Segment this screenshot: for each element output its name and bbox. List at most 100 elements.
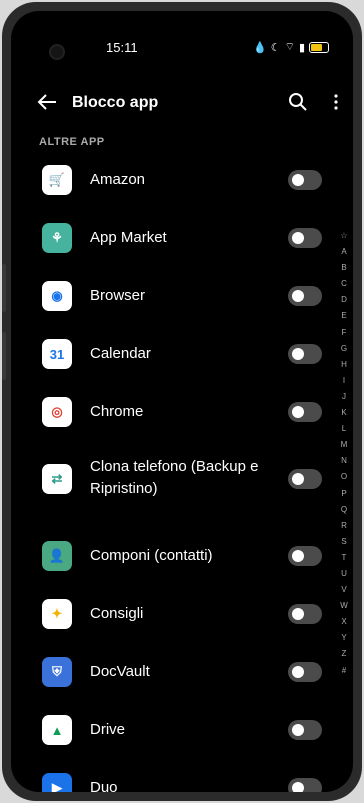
amazon-icon: 🛒 bbox=[42, 165, 72, 195]
lock-toggle[interactable] bbox=[288, 546, 322, 566]
back-arrow-icon[interactable] bbox=[36, 92, 58, 112]
toggle-knob bbox=[292, 724, 304, 736]
app-label: Clona telefono (Backup e Ripristino) bbox=[90, 458, 259, 497]
app-row[interactable]: ⛨ DocVault bbox=[11, 643, 353, 701]
alphabet-letter[interactable]: H bbox=[341, 357, 347, 373]
contacts-icon: 👤 bbox=[42, 541, 72, 571]
wifi-icon: ⌔ bbox=[284, 41, 295, 53]
front-camera bbox=[49, 44, 65, 60]
toggle-knob bbox=[292, 290, 304, 302]
alphabet-letter[interactable]: ☆ bbox=[340, 228, 347, 244]
power-button bbox=[2, 332, 6, 380]
drop-icon: 💧 bbox=[253, 41, 267, 54]
drive-icon: ▲ bbox=[42, 715, 72, 745]
alphabet-letter[interactable]: T bbox=[342, 550, 347, 566]
screen: 15:11 💧 ☾ ⌔ ▮ Blocco app ALTRE APP 🛒 Ama… bbox=[11, 11, 353, 792]
alphabet-letter[interactable]: P bbox=[341, 486, 346, 502]
alphabet-letter[interactable]: N bbox=[341, 453, 347, 469]
moon-icon: ☾ bbox=[270, 41, 281, 54]
app-label: Duo bbox=[90, 779, 118, 792]
toggle-knob bbox=[292, 608, 304, 620]
toggle-knob bbox=[292, 232, 304, 244]
alphabet-letter[interactable]: E bbox=[341, 308, 346, 324]
alphabet-letter[interactable]: C bbox=[341, 276, 347, 292]
lock-toggle[interactable] bbox=[288, 344, 322, 364]
alphabet-letter[interactable]: J bbox=[342, 389, 346, 405]
alphabet-letter[interactable]: Q bbox=[341, 502, 347, 518]
app-row[interactable]: ◉ Browser bbox=[11, 267, 353, 325]
app-bar: Blocco app bbox=[11, 83, 353, 123]
alphabet-letter[interactable]: S bbox=[341, 534, 346, 550]
lock-toggle[interactable] bbox=[288, 778, 322, 792]
app-label: Calendar bbox=[90, 345, 151, 362]
app-row[interactable]: ⚘ App Market bbox=[11, 209, 353, 267]
app-row[interactable]: ▲ Drive bbox=[11, 701, 353, 759]
alphabet-letter[interactable]: F bbox=[342, 325, 347, 341]
alphabet-letter[interactable]: A bbox=[341, 244, 346, 260]
alphabet-letter[interactable]: R bbox=[341, 518, 347, 534]
alphabet-letter[interactable]: U bbox=[341, 566, 347, 582]
more-options-icon[interactable] bbox=[331, 92, 341, 112]
alphabet-letter[interactable]: G bbox=[341, 341, 347, 357]
alphabet-letter[interactable]: Z bbox=[342, 646, 347, 662]
lock-toggle[interactable] bbox=[288, 469, 322, 489]
lock-toggle[interactable] bbox=[288, 170, 322, 190]
lock-toggle[interactable] bbox=[288, 720, 322, 740]
app-row[interactable]: ▶ Duo bbox=[11, 759, 353, 792]
phone-frame: 15:11 💧 ☾ ⌔ ▮ Blocco app ALTRE APP 🛒 Ama… bbox=[2, 2, 362, 801]
app-label: Browser bbox=[90, 287, 146, 304]
toggle-knob bbox=[292, 782, 304, 792]
app-market-icon: ⚘ bbox=[42, 223, 72, 253]
app-label: Chrome bbox=[90, 403, 144, 420]
alphabet-letter[interactable]: W bbox=[340, 598, 348, 614]
clone-phone-icon: ⇄ bbox=[42, 464, 72, 494]
status-time: 15:11 bbox=[106, 40, 138, 55]
toggle-knob bbox=[292, 406, 304, 418]
section-header: ALTRE APP bbox=[39, 136, 105, 148]
alphabet-letter[interactable]: # bbox=[342, 663, 346, 679]
app-row[interactable]: 🛒 Amazon bbox=[11, 151, 353, 209]
toggle-knob bbox=[292, 348, 304, 360]
status-icons: 💧 ☾ ⌔ ▮ bbox=[253, 40, 329, 54]
alphabet-letter[interactable]: M bbox=[341, 437, 348, 453]
alphabet-letter[interactable]: X bbox=[341, 614, 346, 630]
alphabet-letter[interactable]: K bbox=[341, 405, 346, 421]
app-label: App Market bbox=[90, 229, 167, 246]
lock-toggle[interactable] bbox=[288, 604, 322, 624]
toggle-knob bbox=[292, 666, 304, 678]
calendar-icon: 31 bbox=[42, 339, 72, 369]
app-label: Componi (contatti) bbox=[90, 547, 213, 564]
duo-icon: ▶ bbox=[42, 773, 72, 792]
app-label: Drive bbox=[90, 721, 126, 738]
search-icon[interactable] bbox=[288, 92, 308, 112]
alphabet-letter[interactable]: B bbox=[341, 260, 346, 276]
docvault-icon: ⛨ bbox=[42, 657, 72, 687]
alphabet-letter[interactable]: Y bbox=[341, 630, 346, 646]
alphabet-index[interactable]: ☆ A B C D E F G H I J K L M N O P Q R S T U V W X Y Z # bbox=[338, 228, 350, 679]
lock-toggle[interactable] bbox=[288, 402, 322, 422]
tips-icon: ✦ bbox=[42, 599, 72, 629]
battery-icon bbox=[309, 41, 329, 53]
lock-toggle[interactable] bbox=[288, 662, 322, 682]
app-label: Consigli bbox=[90, 605, 144, 622]
lock-toggle[interactable] bbox=[288, 228, 322, 248]
app-label: DocVault bbox=[90, 663, 150, 680]
toggle-knob bbox=[292, 550, 304, 562]
alphabet-letter[interactable]: O bbox=[341, 469, 347, 485]
volume-button bbox=[2, 264, 6, 312]
alphabet-letter[interactable]: V bbox=[341, 582, 346, 598]
app-row[interactable]: 31 Calendar bbox=[11, 325, 353, 383]
toggle-knob bbox=[292, 174, 304, 186]
signal-icon: ▮ bbox=[298, 41, 305, 54]
alphabet-letter[interactable]: D bbox=[341, 292, 347, 308]
toggle-knob bbox=[292, 473, 304, 485]
app-row[interactable]: ✦ Consigli bbox=[11, 585, 353, 643]
app-row[interactable]: ⇄ Clona telefono (Backup e Ripristino) bbox=[11, 443, 353, 515]
app-row[interactable]: ◎ Chrome bbox=[11, 383, 353, 441]
app-row[interactable]: 👤 Componi (contatti) bbox=[11, 527, 353, 585]
chrome-icon: ◎ bbox=[42, 397, 72, 427]
page-title: Blocco app bbox=[72, 94, 159, 111]
alphabet-letter[interactable]: I bbox=[343, 373, 345, 389]
alphabet-letter[interactable]: L bbox=[342, 421, 346, 437]
lock-toggle[interactable] bbox=[288, 286, 322, 306]
